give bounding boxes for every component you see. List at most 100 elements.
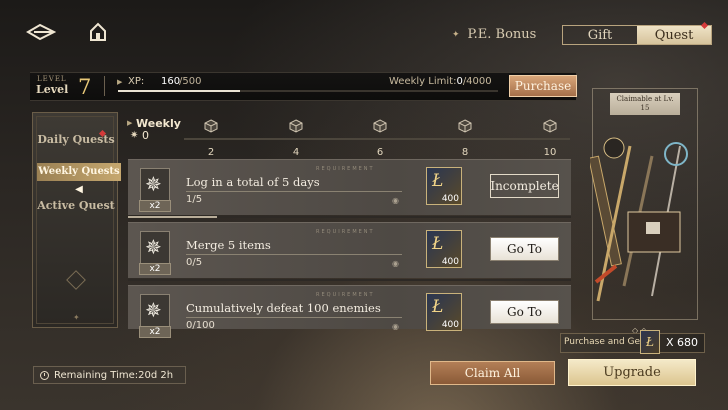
purchase-and-get-label: Purchase and Get [564,337,644,347]
quest-title: Cumulatively defeat 100 enemies [186,301,381,315]
requirement-label: REQUIREMENT [316,229,375,235]
reward-amount: 400 [441,257,459,267]
eye-icon: ◉ [392,322,399,331]
quest-multiplier: x2 [139,200,171,212]
divider [186,317,402,318]
level-bar [30,72,576,101]
xp-progress-fill [118,90,240,92]
quest-card: ✵ x2 REQUIREMENT Log in a total of 5 days 1/… [128,159,571,218]
weekly-limit: Weekly Limit:0/4000 [389,76,492,87]
quest-multiplier: x2 [139,263,171,275]
quest-icon-box: ✵ x2 [139,231,171,275]
quest-progress-fill [128,216,217,218]
chest-icon [543,119,557,133]
sidebar-item-active-quest[interactable]: Active Quest [33,199,119,212]
quest-sidebar: Daily Quests Weekly Quests ◀ Active Ques… [32,112,121,328]
tab-pe-bonus[interactable]: ✦ P.E. Bonus [452,27,536,42]
home-icon[interactable] [88,22,108,42]
milestone-6[interactable]: 6 [365,118,395,158]
quest-progress-text: 0/5 [186,257,203,268]
quest-title: Log in a total of 5 days [186,175,320,189]
quest-multiplier: x2 [139,326,171,338]
quest-card: ✵ x2 REQUIREMENT Merge 5 items 0/5 ◉ Ł 400 Go To [128,222,571,281]
level-label: Level [36,83,69,96]
notification-dot [700,21,709,30]
claim-all-button[interactable]: Claim All [430,361,555,385]
chest-icon [289,119,303,133]
compass-star-icon: ✵ [145,235,162,259]
quest-icon-box: ✵ x2 [139,168,171,212]
chest-icon [204,119,218,133]
incomplete-button[interactable]: Incomplete [490,174,559,198]
tab-gift[interactable]: Gift [563,26,637,44]
equipment-reward-illustration [590,137,688,302]
milestone-number: 6 [376,147,384,158]
compass-star-icon: ✵ [145,298,162,322]
tab-quest-label: Quest [654,27,694,43]
milestone-2[interactable]: 2 [196,118,226,158]
divider [186,191,402,192]
sparkle-icon: ✦ [452,29,460,40]
weekly-limit-label: Weekly Limit: [389,76,457,87]
milestone-number: 2 [207,147,215,158]
go-to-button[interactable]: Go To [490,237,559,261]
compass-star-icon: ✵ [145,172,162,196]
quest-progress-text: 0/100 [186,320,215,331]
eye-icon: ◉ [392,259,399,268]
upgrade-button[interactable]: Upgrade [568,359,696,386]
sparkle-icon: ✦ [73,313,80,322]
xp-current: 160 [161,76,181,87]
arrow-icon: ▶ [117,78,123,86]
eye-icon: ◉ [392,196,399,205]
milestone-10[interactable]: 10 [535,118,565,158]
xp-progress-bar [118,90,498,92]
sidebar-frame [36,116,114,324]
star-icon: ✷ [130,130,139,141]
purchase-button[interactable]: Purchase [509,75,577,97]
currency-icon: Ł [432,234,444,254]
quest-reward-item[interactable]: Ł 400 [426,230,462,268]
sidebar-item-weekly-quests[interactable]: Weekly Quests ◀ [37,163,121,195]
claimable-level-tag: Claimable at Lv. 15 [610,93,680,115]
tab-pe-bonus-label: P.E. Bonus [467,27,537,42]
go-to-button[interactable]: Go To [490,300,559,324]
weekly-limit-max: /4000 [462,76,492,87]
sidebar-item-label: Weekly Quests [38,166,120,177]
divider [186,254,402,255]
milestone-number: 4 [292,147,300,158]
level-small-label: LEVEL [37,75,67,83]
quest-title: Merge 5 items [186,238,271,252]
back-arrow-icon[interactable] [26,22,56,42]
level-value: 7 [78,75,92,99]
quest-progress-bar [128,216,571,218]
milestone-number: 10 [543,147,557,158]
milestone-4[interactable]: 4 [281,118,311,158]
quest-card: ✵ x2 REQUIREMENT Cumulatively defeat 100 en… [128,285,571,338]
tab-group: Gift Quest [562,21,712,45]
chest-icon [373,119,387,133]
quest-reward-item[interactable]: Ł 400 [426,167,462,205]
milestone-8[interactable]: 8 [450,118,480,158]
quest-progress-text: 1/5 [186,194,203,205]
quest-reward-item[interactable]: Ł 400 [426,293,462,331]
arrow-icon: ▶ [127,119,133,127]
tab-quest[interactable]: Quest [637,21,711,44]
tab-gift-label: Gift [587,27,613,43]
currency-icon: Ł [640,330,660,354]
chest-icon [458,119,472,133]
chevron-left-icon: ◀ [75,184,83,195]
sidebar-item-daily-quests[interactable]: Daily Quests [33,129,119,146]
requirement-label: REQUIREMENT [316,292,375,298]
clock-icon [40,370,49,380]
remaining-time-badge: Remaining Time:20d 2h [33,366,186,384]
remaining-time-label: Remaining Time:20d 2h [54,369,174,381]
requirement-label: REQUIREMENT [316,166,375,172]
quest-progress-bar [128,279,571,281]
currency-icon: Ł [432,297,444,317]
purchase-and-get-amount: X 680 [666,336,699,349]
xp-label: XP: [128,76,145,87]
sidebar-item-label: Active Quest [37,199,115,212]
xp-max: /500 [179,76,202,87]
reward-amount: 400 [441,320,459,330]
divider [104,76,105,96]
